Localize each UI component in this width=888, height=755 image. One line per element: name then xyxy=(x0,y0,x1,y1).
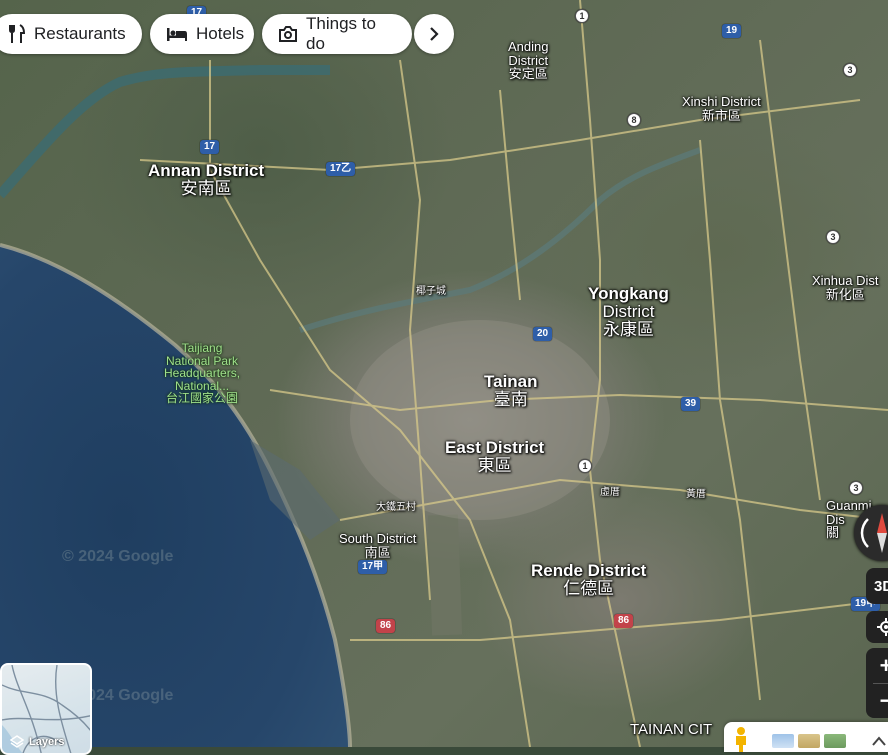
label-anding: Anding District 安定區 xyxy=(508,39,549,82)
things-to-do-chip[interactable]: Things to do xyxy=(262,14,412,54)
label-south-district: South District 南區 xyxy=(339,531,417,560)
hotel-icon xyxy=(167,28,187,41)
label-xu-cuo: 虛厝 xyxy=(600,487,620,498)
restaurants-chip[interactable]: Restaurants xyxy=(0,14,142,54)
label-rende: Rende District 仁德區 xyxy=(531,561,647,598)
route-shield: 17乙 xyxy=(326,162,356,176)
restaurants-label: Restaurants xyxy=(34,24,126,43)
3d-label: 3D xyxy=(874,577,888,595)
route-shield: 1 xyxy=(578,459,592,473)
label-da-yan-wu-cun: 大鐵五村 xyxy=(376,502,416,513)
restaurant-icon xyxy=(9,24,26,43)
runway xyxy=(427,514,463,636)
route-shield: 86 xyxy=(614,614,634,628)
chevron-right-icon xyxy=(430,27,439,41)
layers-button[interactable]: Layers xyxy=(0,663,92,755)
3d-toggle-button[interactable]: 3D xyxy=(866,568,888,604)
layers-label: Layers xyxy=(29,736,65,748)
label-xinhua: Xinhua Dist 新化區 xyxy=(812,273,879,302)
route-shield: 20 xyxy=(533,327,553,341)
map-type-thumbnail[interactable] xyxy=(772,734,794,748)
label-ye-zi-cheng: 椰子城 xyxy=(416,286,446,297)
camera-icon xyxy=(279,26,297,42)
route-shield: 19 xyxy=(722,24,742,38)
route-shield: 86 xyxy=(376,619,396,633)
more-categories-button[interactable] xyxy=(414,14,454,54)
street-view-pegman-icon[interactable] xyxy=(730,726,752,752)
route-shield: 17 xyxy=(200,140,220,154)
label-east-district: East District 東區 xyxy=(445,438,545,475)
watermark: © 2024 Google xyxy=(62,548,174,565)
hotels-chip[interactable]: Hotels xyxy=(150,14,254,54)
route-shield: 1 xyxy=(575,9,589,23)
compass[interactable] xyxy=(854,505,888,561)
terrain-thumbnail[interactable] xyxy=(798,734,820,748)
my-location-icon xyxy=(877,618,888,636)
route-shield: 39 xyxy=(681,397,701,411)
route-shield: 17甲 xyxy=(358,560,388,574)
satellite-map[interactable]: Anding District 安定區 Xinshi District 新市區 Ann… xyxy=(0,0,888,747)
label-tainan: Tainan 臺南 xyxy=(484,372,538,409)
route-shield: 3 xyxy=(849,481,863,495)
label-taijiang-park[interactable]: Taijiang National Park Headquarters, Nat… xyxy=(164,342,240,405)
bottom-quick-bar xyxy=(724,722,888,752)
satellite-thumbnail[interactable] xyxy=(824,734,846,748)
route-shield: 3 xyxy=(826,230,840,244)
label-annan: Annan District 安南區 xyxy=(148,161,265,198)
label-xinshi: Xinshi District 新市區 xyxy=(682,94,761,123)
zoom-control: + − xyxy=(866,648,888,718)
zoom-out-button[interactable]: − xyxy=(880,684,888,718)
my-location-button[interactable] xyxy=(866,611,888,643)
hotels-label: Hotels xyxy=(196,24,245,43)
label-huang-cuo: 黃厝 xyxy=(686,489,706,500)
zoom-in-button[interactable]: + xyxy=(880,649,888,683)
label-tainan-city: TAINAN CIT xyxy=(630,721,713,738)
route-shield: 3 xyxy=(843,63,857,77)
route-shield: 8 xyxy=(627,113,641,127)
things-to-do-label: Things to do xyxy=(306,14,376,53)
chevron-up-icon[interactable] xyxy=(872,736,886,746)
label-yongkang: Yongkang District 永康區 xyxy=(588,284,669,339)
compass-icon xyxy=(860,513,887,553)
